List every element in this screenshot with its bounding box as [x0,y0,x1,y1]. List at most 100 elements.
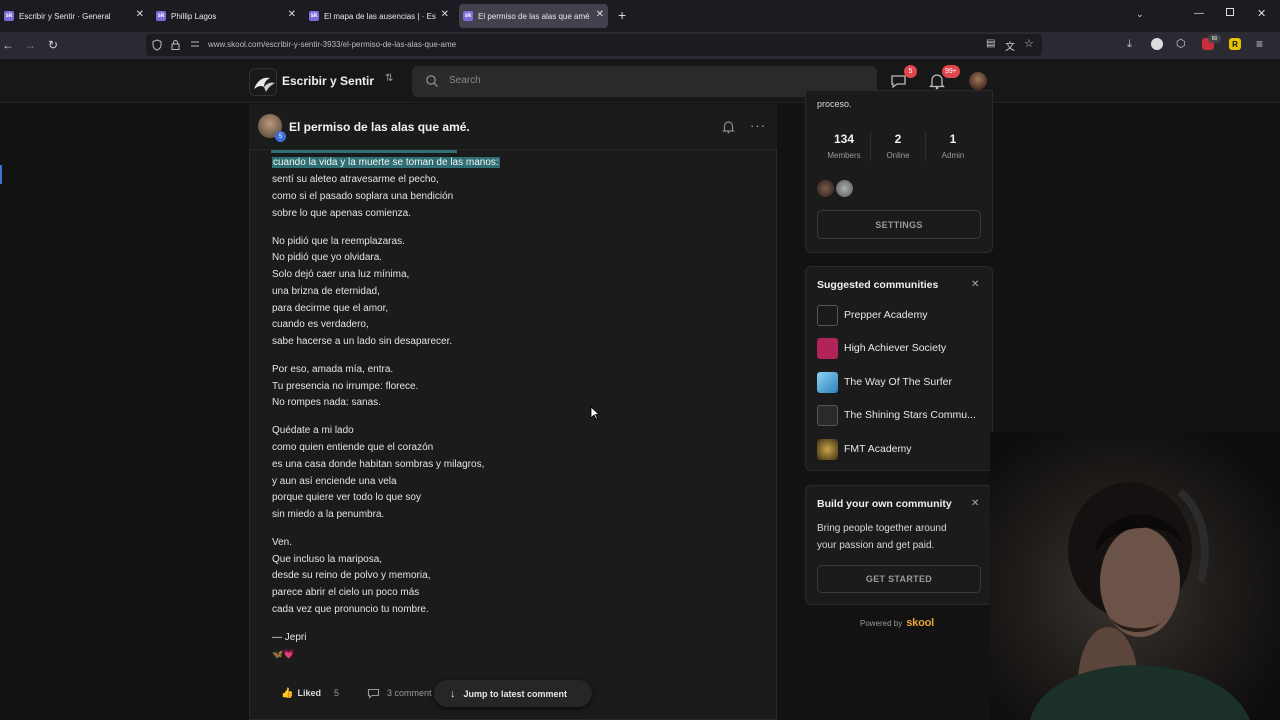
member-avatar[interactable] [817,180,834,197]
forward-icon[interactable]: → [24,38,36,52]
poem-line: sentí su aleteo atravesarme el pecho, [272,174,439,185]
community-thumbnail [817,304,838,326]
poem-signature: — Jepri [272,632,307,643]
poem-line: Ven. [272,537,293,548]
menu-icon[interactable]: ≡ [1256,37,1263,51]
community-item[interactable]: Prepper Academy [817,304,927,326]
community-item[interactable]: High Achiever Society [817,337,946,359]
online-count[interactable]: 2 [868,132,928,146]
url-bar[interactable]: www.skool.com/escribir-y-sentir-3933/el-… [146,34,1042,56]
bird-logo-icon [250,69,276,95]
maximize-icon[interactable] [1226,8,1234,16]
reload-icon[interactable]: ↻ [48,38,58,52]
community-item[interactable]: The Way Of The Surfer [817,371,952,393]
close-build-icon[interactable]: ✕ [971,498,979,509]
poem-line: una brizna de eternidad, [272,286,380,297]
skool-favicon-icon: sk [156,11,166,21]
poem-line: No pidió que la reemplazaras. [272,236,405,247]
mouse-cursor-icon [590,406,600,420]
follow-bell-icon[interactable] [722,120,735,134]
reader-view-icon[interactable]: ▤ [986,38,995,49]
more-options-icon[interactable]: ··· [750,118,766,133]
poem-line: sabe hacerse a un lado sin desaparecer. [272,336,453,347]
browser-tab-bar: sk Escribir y Sentir · General ✕ sk Phil… [0,0,1280,32]
skool-favicon-icon: sk [309,11,319,21]
poem-line: cuando es verdadero, [272,319,369,330]
poem-line: sobre lo que apenas comienza. [272,208,411,219]
poem-line: como si el pasado soplara una bendición [272,191,454,202]
url-text[interactable]: www.skool.com/escribir-y-sentir-3933/el-… [208,40,456,49]
group-switcher-icon[interactable]: ⇅ [385,73,393,84]
downloads-icon[interactable]: ⤓ [1127,38,1132,51]
member-avatar[interactable] [836,180,853,197]
suggested-title: Suggested communities [817,279,939,291]
members-label: Members [827,151,861,160]
back-icon[interactable]: ← [2,38,14,52]
browser-tab[interactable]: sk El mapa de las ausencias | · Escr ✕ [305,4,453,28]
arrow-down-icon: ↓ [450,687,456,700]
extensions-icon[interactable]: ⬡ [1176,37,1186,50]
close-tab-icon[interactable]: ✕ [288,9,296,20]
tab-list-chevron-icon[interactable]: ⌄ [1136,9,1144,20]
build-title: Build your own community [817,498,952,510]
skool-favicon-icon: sk [4,11,14,21]
comment-icon [367,688,380,699]
community-thumbnail [817,371,838,393]
bookmark-star-icon[interactable]: ☆ [1024,37,1034,50]
group-logo[interactable] [249,68,277,96]
poem-line: cuando la vida y la muerte se toman de l… [272,157,500,168]
admin-label: Admin [941,151,965,160]
highlight-cutoff [271,150,457,153]
group-name[interactable]: Escribir y Sentir [282,74,374,88]
poem-line: es una casa donde habitan sombras y mila… [272,459,485,470]
liked-label: Liked [297,688,321,698]
thumbs-up-icon: 👍 [281,687,294,699]
poem-emoji: 🦋💗 [272,649,295,659]
minimize-icon[interactable]: — [1194,8,1204,19]
comments-button[interactable]: 3 comment [367,683,432,703]
browser-tab[interactable]: sk Escribir y Sentir · General ✕ [0,4,148,28]
extension-badge: 60 [1208,34,1221,43]
build-text-line: your passion and get paid. [817,540,935,551]
account-icon[interactable] [1151,38,1163,50]
poem-line: sin miedo a la penumbra. [272,509,385,520]
browser-tab[interactable]: sk Phillip Lagos ✕ [152,4,300,28]
close-tab-icon[interactable]: ✕ [441,9,449,20]
poem-line: Tu presencia no irrumpe: florece. [272,381,419,392]
community-item[interactable]: The Shining Stars Commu... [817,404,976,426]
tab-label: Phillip Lagos [171,11,217,21]
like-count: 5 [333,688,339,698]
jump-label: Jump to latest comment [463,688,568,699]
poem-line: Quédate a mi lado [272,425,354,436]
page-settings-icon[interactable] [190,40,200,49]
build-text-line: Bring people together around [817,523,947,534]
community-item[interactable]: FMT Academy [817,438,912,460]
shield-icon[interactable] [152,39,162,51]
new-tab-button[interactable]: + [618,7,626,23]
extension-r-icon[interactable]: R [1229,38,1241,50]
user-avatar[interactable] [969,72,987,90]
settings-button[interactable]: SETTINGS [817,210,981,239]
post-title: El permiso de las alas que amé. [289,120,470,134]
browser-tab-active[interactable]: sk El permiso de las alas que amé ✕ [459,4,608,28]
translate-icon[interactable]: 文 [1005,38,1015,53]
notification-badge: 99+ [942,65,960,78]
community-name: Prepper Academy [844,309,928,321]
close-tab-icon[interactable]: ✕ [596,9,604,20]
chat-icon[interactable] [890,74,907,89]
close-suggested-icon[interactable]: ✕ [971,279,979,290]
powered-by-label: Powered by [860,618,903,628]
like-button[interactable]: 👍 Liked 5 [273,683,348,703]
community-thumbnail [817,404,838,426]
admin-count[interactable]: 1 [923,132,983,146]
get-started-button[interactable]: GET STARTED [817,565,981,593]
members-count[interactable]: 134 [814,132,874,146]
poem-line: y aun así enciende una vela [272,476,397,487]
close-window-icon[interactable]: ✕ [1257,7,1266,20]
poem-line: Por eso, amada mía, entra. [272,364,394,375]
author-level-badge: 5 [275,131,286,142]
jump-to-latest-button[interactable]: ↓ Jump to latest comment [434,680,592,707]
powered-by[interactable]: Powered by skool [860,617,934,629]
close-tab-icon[interactable]: ✕ [136,9,144,20]
lock-icon[interactable] [171,39,180,50]
